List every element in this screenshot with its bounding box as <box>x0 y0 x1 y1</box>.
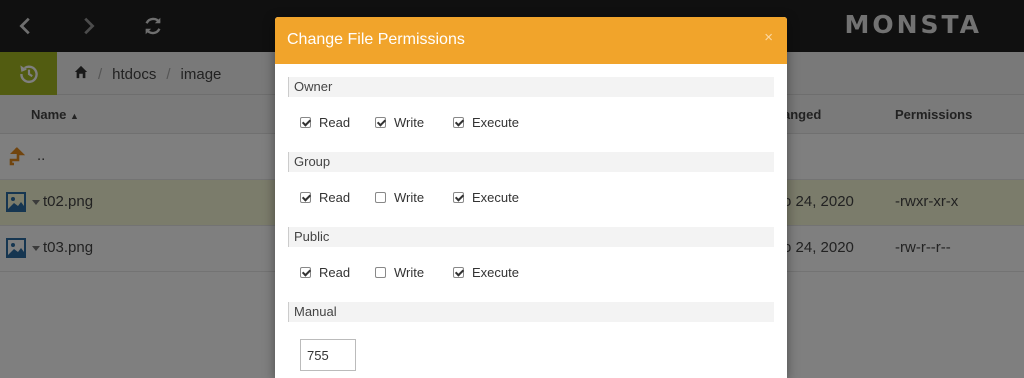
group-write-checkbox[interactable]: Write <box>375 190 424 205</box>
checkbox-icon[interactable] <box>300 117 311 128</box>
public-section-header: Public <box>288 227 774 247</box>
change-permissions-dialog: Change File Permissions × Owner Read Wri… <box>275 17 787 378</box>
group-execute-checkbox[interactable]: Execute <box>453 190 519 205</box>
execute-label: Execute <box>472 265 519 280</box>
checkbox-icon[interactable] <box>300 192 311 203</box>
owner-execute-checkbox[interactable]: Execute <box>453 115 519 130</box>
checkbox-icon[interactable] <box>375 192 386 203</box>
owner-write-checkbox[interactable]: Write <box>375 115 424 130</box>
checkbox-icon[interactable] <box>453 192 464 203</box>
owner-label: Owner <box>294 79 333 94</box>
public-write-checkbox[interactable]: Write <box>375 265 424 280</box>
manual-permissions-input[interactable] <box>300 339 356 371</box>
write-label: Write <box>394 115 425 130</box>
checkbox-icon[interactable] <box>375 267 386 278</box>
public-execute-checkbox[interactable]: Execute <box>453 265 519 280</box>
owner-read-checkbox[interactable]: Read <box>300 115 350 130</box>
execute-label: Execute <box>472 115 519 130</box>
manual-section-header: Manual <box>288 302 774 322</box>
checkbox-icon[interactable] <box>453 267 464 278</box>
group-label: Group <box>294 154 331 169</box>
public-read-checkbox[interactable]: Read <box>300 265 350 280</box>
manual-label: Manual <box>294 304 337 319</box>
close-icon[interactable]: × <box>764 29 773 46</box>
group-read-checkbox[interactable]: Read <box>300 190 350 205</box>
public-label: Public <box>294 229 330 244</box>
checkbox-icon[interactable] <box>453 117 464 128</box>
write-label: Write <box>394 265 425 280</box>
owner-section-header: Owner <box>288 77 774 97</box>
write-label: Write <box>394 190 425 205</box>
dialog-header: Change File Permissions × <box>275 17 787 64</box>
execute-label: Execute <box>472 190 519 205</box>
dialog-title: Change File Permissions <box>287 31 465 48</box>
read-label: Read <box>319 190 351 205</box>
checkbox-icon[interactable] <box>300 267 311 278</box>
group-section-header: Group <box>288 152 774 172</box>
checkbox-icon[interactable] <box>375 117 386 128</box>
read-label: Read <box>319 115 351 130</box>
read-label: Read <box>319 265 351 280</box>
